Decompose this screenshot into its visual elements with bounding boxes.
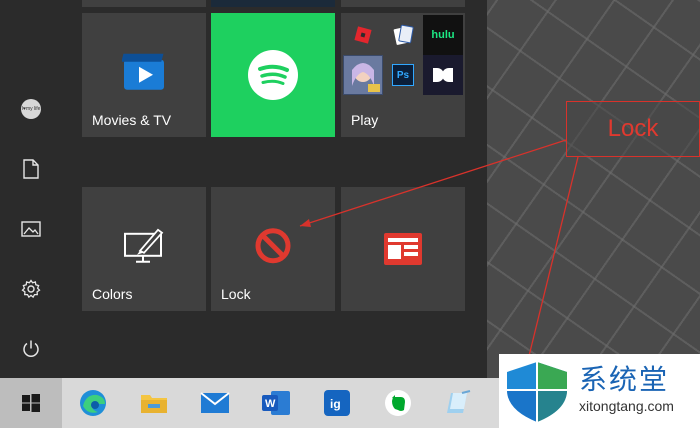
- taskbar-word[interactable]: W: [251, 378, 301, 428]
- annotation-leader-line: [527, 156, 579, 361]
- watermark: 系统堂 xitongtang.com: [499, 354, 700, 428]
- taskbar-mail[interactable]: [190, 378, 240, 428]
- watermark-title: 系统堂: [579, 363, 670, 396]
- taskbar-edge[interactable]: [68, 378, 118, 428]
- annotation-arrow-line: [299, 139, 567, 227]
- taskbar-notepad[interactable]: [434, 378, 484, 428]
- file-explorer-icon: [141, 395, 167, 413]
- shield-icon: [507, 362, 567, 422]
- edge-icon: [80, 390, 106, 416]
- word-icon: W: [262, 391, 290, 415]
- annotation-arrowhead: [300, 219, 311, 227]
- watermark-url: xitongtang.com: [579, 398, 674, 414]
- taskbar-file-explorer[interactable]: [129, 378, 179, 428]
- taskbar-igdm[interactable]: ig: [312, 378, 362, 428]
- taskbar-evernote[interactable]: [373, 378, 423, 428]
- mail-icon: [200, 392, 230, 413]
- igdm-icon: ig: [324, 390, 350, 416]
- start-icon: [22, 394, 40, 412]
- svg-text:ig: ig: [330, 397, 341, 411]
- notepad-icon: [447, 390, 471, 413]
- svg-text:W: W: [265, 398, 276, 410]
- evernote-icon: [385, 390, 411, 416]
- start-button[interactable]: [0, 378, 62, 428]
